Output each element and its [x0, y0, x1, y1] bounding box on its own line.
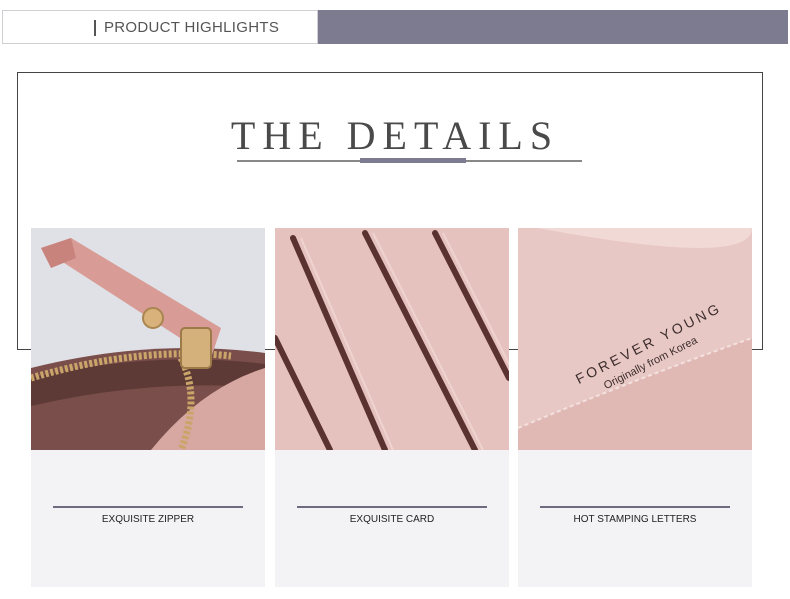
stamping-photo: FOREVER YOUNG Originally from Korea [518, 228, 752, 450]
details-title: THE DETAILS [230, 113, 560, 158]
header-divider [94, 20, 96, 36]
caption-rule [53, 506, 243, 508]
detail-card-zipper: EXQUISITE ZIPPER [31, 228, 265, 587]
detail-card-stamping: FOREVER YOUNG Originally from Korea HOT … [518, 228, 752, 587]
caption-rule [297, 506, 487, 508]
header-title: PRODUCT HIGHLIGHTS [104, 19, 280, 36]
card-slots-photo [275, 228, 509, 450]
card-caption: EXQUISITE CARD [349, 514, 435, 525]
zipper-photo [31, 228, 265, 450]
caption-rule [540, 506, 730, 508]
header-accent-band [318, 10, 788, 44]
card-caption: HOT STAMPING LETTERS [573, 514, 697, 525]
detail-card-slots: EXQUISITE CARD [275, 228, 509, 587]
section-header: PRODUCT HIGHLIGHTS [2, 10, 788, 44]
title-accent-bar [360, 158, 466, 163]
card-caption: EXQUISITE ZIPPER [101, 514, 195, 525]
